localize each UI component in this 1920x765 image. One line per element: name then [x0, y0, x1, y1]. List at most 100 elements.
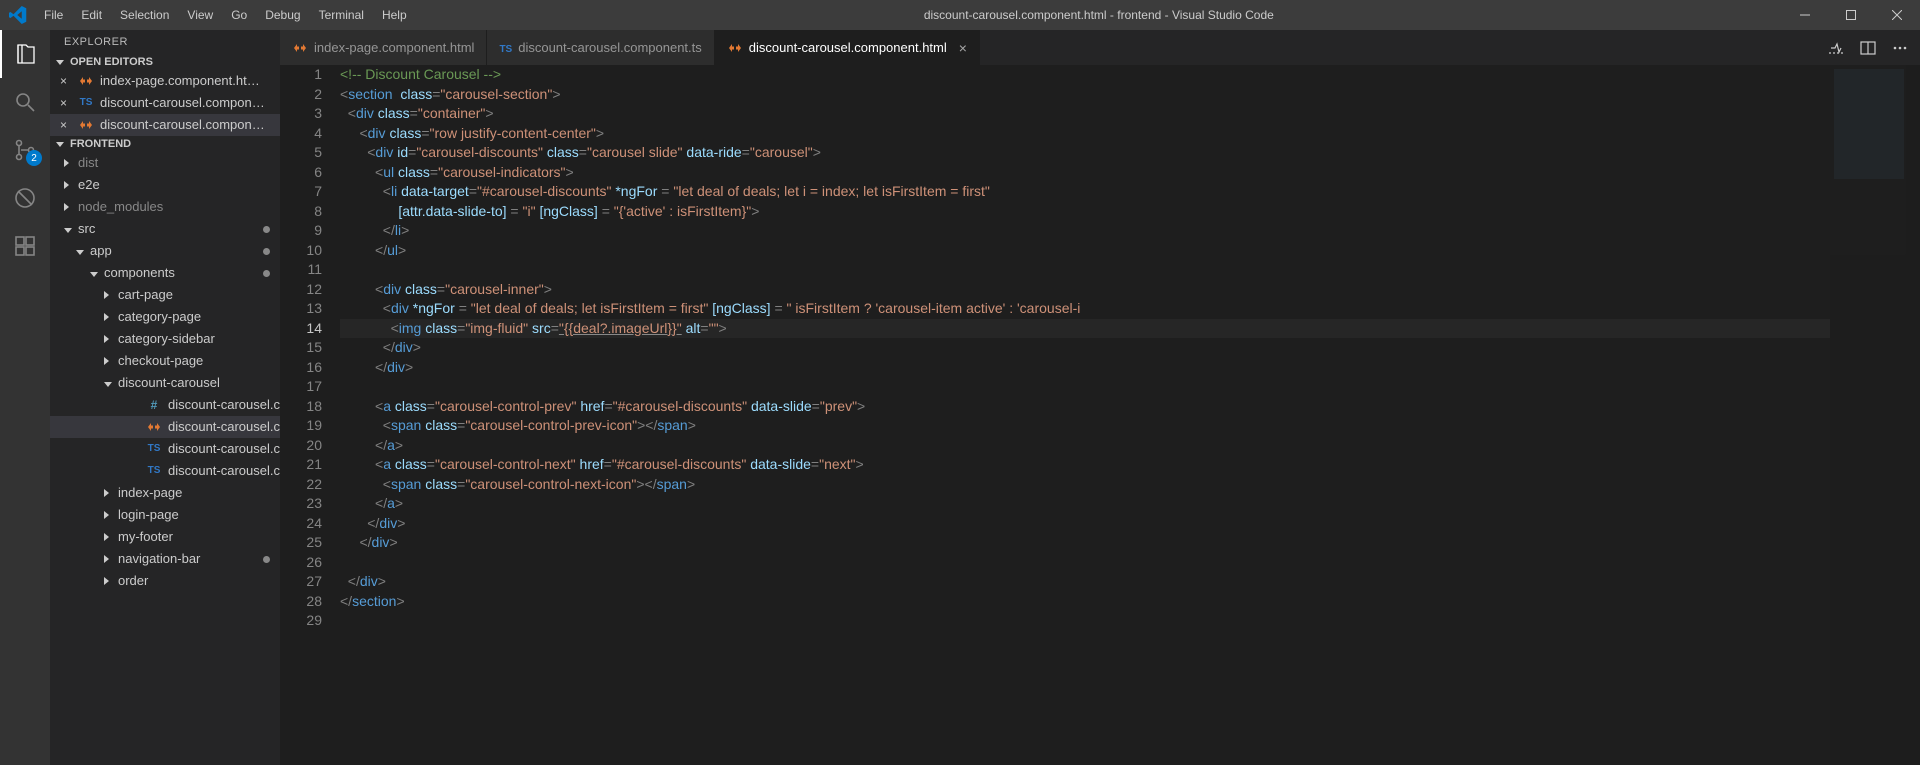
line-number: 14	[280, 319, 322, 339]
line-number: 29	[280, 611, 322, 631]
tree-label: app	[90, 240, 112, 262]
line-number: 26	[280, 553, 322, 573]
code-line[interactable]	[340, 553, 1830, 573]
activity-source-control[interactable]: 2	[0, 126, 50, 174]
menu-selection[interactable]: Selection	[111, 0, 178, 30]
folder-item[interactable]: login-page	[50, 504, 280, 526]
code-line[interactable]	[340, 260, 1830, 280]
code-line[interactable]: <div id="carousel-discounts" class="caro…	[340, 143, 1830, 163]
tree-label: category-sidebar	[118, 328, 215, 350]
code-content[interactable]: <!-- Discount Carousel --><section class…	[340, 65, 1830, 765]
folder-item[interactable]: node_modules	[50, 196, 280, 218]
menu-file[interactable]: File	[35, 0, 72, 30]
tree-label: checkout-page	[118, 350, 203, 372]
maximize-button[interactable]	[1828, 0, 1874, 30]
code-line[interactable]: <a class="carousel-control-prev" href="#…	[340, 397, 1830, 417]
dirty-dot-icon	[263, 270, 270, 277]
folder-item[interactable]: my-footer	[50, 526, 280, 548]
tree-label: discount-carousel.com…	[168, 394, 280, 416]
more-actions-button[interactable]	[1884, 30, 1916, 65]
code-line[interactable]	[340, 377, 1830, 397]
folder-item[interactable]: dist	[50, 152, 280, 174]
code-line[interactable]: <section class="carousel-section">	[340, 85, 1830, 105]
code-line[interactable]: </div>	[340, 572, 1830, 592]
tree-label: discount-carousel.com…	[168, 416, 280, 438]
folder-item[interactable]: cart-page	[50, 284, 280, 306]
menu-edit[interactable]: Edit	[72, 0, 111, 30]
folder-item[interactable]: src	[50, 218, 280, 240]
minimap[interactable]	[1830, 65, 1920, 765]
code-line[interactable]: <!-- Discount Carousel -->	[340, 65, 1830, 85]
code-line[interactable]: </div>	[340, 358, 1830, 378]
file-item[interactable]: TSdiscount-carousel.com…	[50, 460, 280, 482]
close-icon[interactable]: ×	[60, 70, 67, 92]
editor-tab[interactable]: discount-carousel.component.html×	[715, 30, 980, 65]
folder-item[interactable]: category-page	[50, 306, 280, 328]
caret-down-icon	[64, 218, 72, 240]
project-header[interactable]: FRONTEND	[50, 136, 280, 152]
folder-item[interactable]: discount-carousel	[50, 372, 280, 394]
code-line[interactable]: </div>	[340, 533, 1830, 553]
folder-item[interactable]: checkout-page	[50, 350, 280, 372]
folder-item[interactable]: index-page	[50, 482, 280, 504]
menu-go[interactable]: Go	[222, 0, 256, 30]
menu-help[interactable]: Help	[373, 0, 416, 30]
split-editor-button[interactable]	[1852, 30, 1884, 65]
editor-tabs: index-page.component.htmlTSdiscount-caro…	[280, 30, 1920, 65]
code-line[interactable]: <li data-target="#carousel-discounts" *n…	[340, 182, 1830, 202]
compare-changes-button[interactable]	[1820, 30, 1852, 65]
code-editor[interactable]: 1234567891011121314151617181920212223242…	[280, 65, 1920, 765]
menu-terminal[interactable]: Terminal	[310, 0, 373, 30]
folder-item[interactable]: e2e	[50, 174, 280, 196]
code-line[interactable]: </div>	[340, 338, 1830, 358]
close-icon[interactable]: ×	[60, 92, 67, 114]
close-icon[interactable]: ×	[60, 114, 67, 136]
code-line[interactable]	[340, 611, 1830, 631]
code-line[interactable]: <div class="carousel-inner">	[340, 280, 1830, 300]
code-line[interactable]: </section>	[340, 592, 1830, 612]
folder-item[interactable]: app	[50, 240, 280, 262]
open-editor-item[interactable]: ×TSdiscount-carousel.compon…	[50, 92, 280, 114]
code-line[interactable]: <div class="container">	[340, 104, 1830, 124]
line-number: 23	[280, 494, 322, 514]
folder-item[interactable]: category-sidebar	[50, 328, 280, 350]
open-editors-header[interactable]: OPEN EDITORS	[50, 54, 280, 70]
folder-item[interactable]: order	[50, 570, 280, 592]
tree-label: discount-carousel.com…	[168, 438, 280, 460]
code-line[interactable]: <ul class="carousel-indicators">	[340, 163, 1830, 183]
file-ts-icon: TS	[499, 40, 512, 55]
menu-view[interactable]: View	[178, 0, 222, 30]
code-line[interactable]: <span class="carousel-control-next-icon"…	[340, 475, 1830, 495]
menu-debug[interactable]: Debug	[256, 0, 309, 30]
code-line[interactable]: </li>	[340, 221, 1830, 241]
code-line[interactable]: </a>	[340, 494, 1830, 514]
tree-label: components	[104, 262, 175, 284]
editor-tab[interactable]: TSdiscount-carousel.component.ts	[487, 30, 714, 65]
close-button[interactable]	[1874, 0, 1920, 30]
folder-item[interactable]: navigation-bar	[50, 548, 280, 570]
close-tab-icon[interactable]: ×	[959, 40, 967, 56]
file-item[interactable]: TSdiscount-carousel.com…	[50, 438, 280, 460]
code-line[interactable]: <span class="carousel-control-prev-icon"…	[340, 416, 1830, 436]
code-line[interactable]: </a>	[340, 436, 1830, 456]
activity-debug[interactable]	[0, 174, 50, 222]
file-item[interactable]: discount-carousel.com…	[50, 416, 280, 438]
open-editor-item[interactable]: ×index-page.component.ht…	[50, 70, 280, 92]
folder-item[interactable]: components	[50, 262, 280, 284]
activity-extensions[interactable]	[0, 222, 50, 270]
line-number: 18	[280, 397, 322, 417]
code-line[interactable]: </div>	[340, 514, 1830, 534]
code-line[interactable]: <a class="carousel-control-next" href="#…	[340, 455, 1830, 475]
code-line[interactable]: <img class="img-fluid" src="{{deal?.imag…	[340, 319, 1830, 339]
code-line[interactable]: <div class="row justify-content-center">	[340, 124, 1830, 144]
file-item[interactable]: #discount-carousel.com…	[50, 394, 280, 416]
open-editor-item[interactable]: ×discount-carousel.compon…	[50, 114, 280, 136]
activity-explorer[interactable]	[0, 30, 50, 78]
activity-search[interactable]	[0, 78, 50, 126]
code-line[interactable]: </ul>	[340, 241, 1830, 261]
code-line[interactable]: [attr.data-slide-to] = "i" [ngClass] = "…	[340, 202, 1830, 222]
minimize-button[interactable]	[1782, 0, 1828, 30]
editor-tab[interactable]: index-page.component.html	[280, 30, 487, 65]
caret-right-icon	[104, 570, 109, 592]
code-line[interactable]: <div *ngFor = "let deal of deals; let is…	[340, 299, 1830, 319]
